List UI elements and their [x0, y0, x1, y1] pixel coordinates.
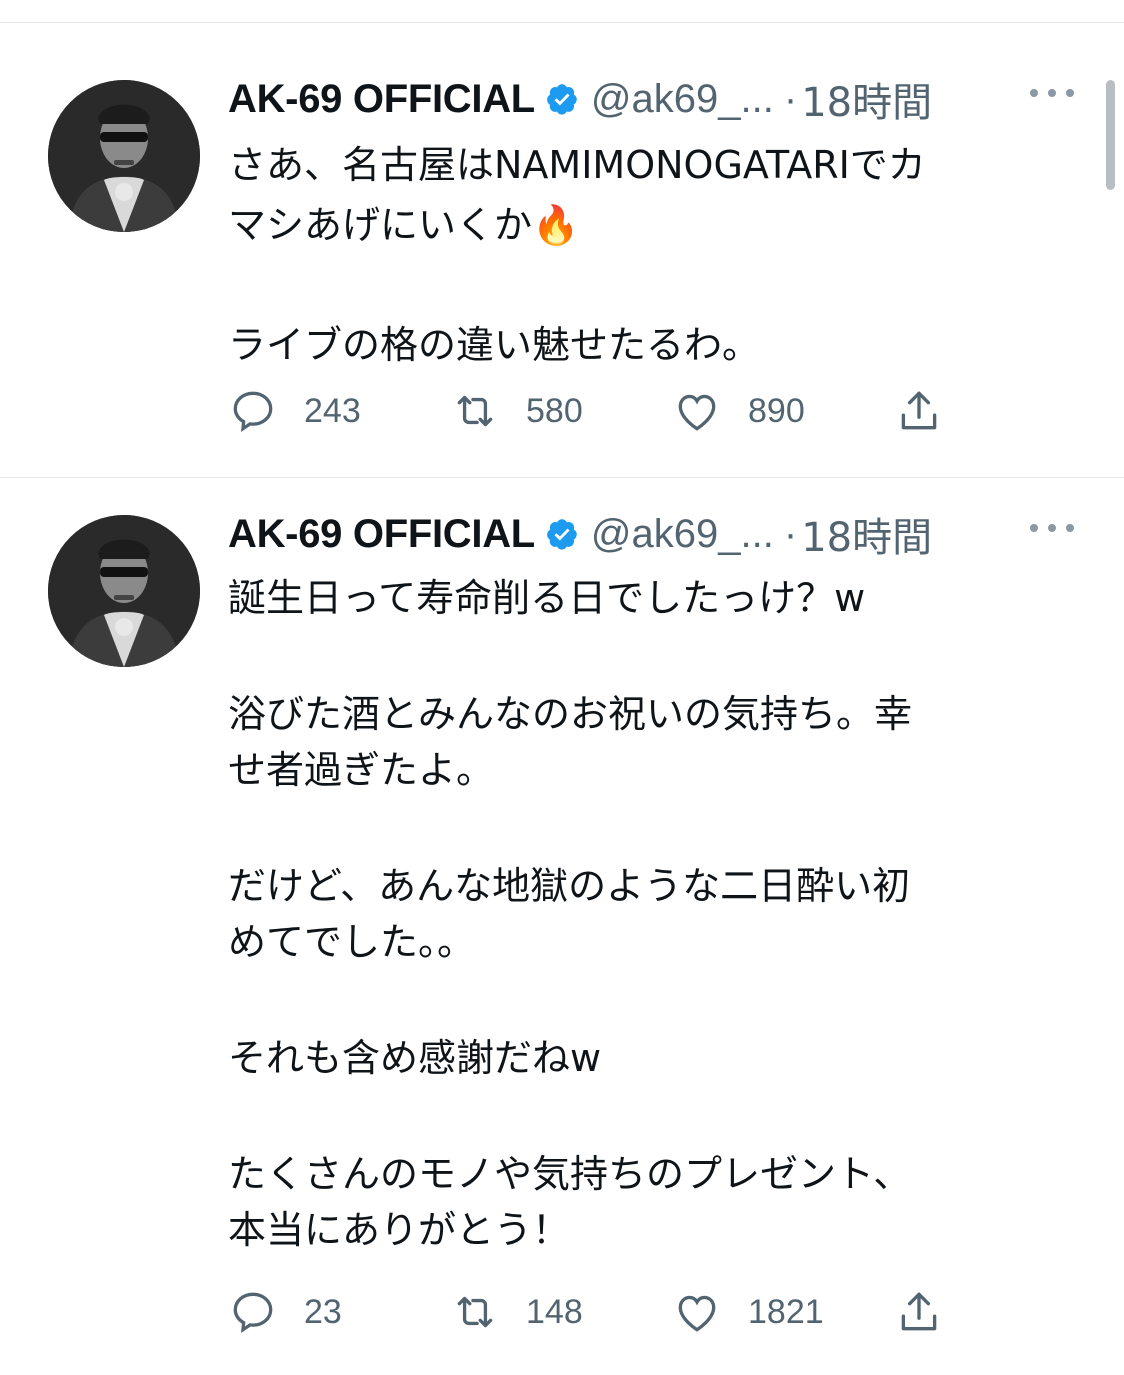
retweet-button[interactable]: 148 — [450, 1287, 672, 1337]
tweet-text-line: たくさんのモノや気持ちのプレゼント、 — [228, 1152, 912, 1196]
heart-icon — [678, 394, 716, 431]
tweet-text-line: さあ、名古屋はNAMIMONOGATARIでカ — [228, 143, 926, 187]
tweet-timestamp[interactable]: 18時間 — [801, 70, 932, 128]
reply-icon — [233, 391, 273, 433]
author-name[interactable]: AK-69 OFFICIAL — [228, 512, 535, 557]
retweet-icon — [457, 1296, 493, 1328]
share-button[interactable] — [894, 386, 1116, 436]
reply-button[interactable]: 243 — [228, 386, 450, 436]
share-icon — [901, 391, 937, 430]
author-handle[interactable]: @ak69_... — [591, 512, 774, 557]
retweet-count: 148 — [526, 1292, 583, 1331]
tweet-text-line: それも含め感謝だねw — [228, 1036, 602, 1080]
tweet-text-line: 誕生日って寿命削る日でしたっけ？w — [228, 576, 866, 620]
avatar-image — [48, 515, 200, 667]
like-count: 1821 — [748, 1292, 824, 1331]
more-options-icon[interactable] — [1030, 521, 1074, 535]
reply-button[interactable]: 23 — [228, 1287, 450, 1337]
tweet-body: さあ、名古屋はNAMIMONOGATARIでカ マシあげにいくか🔥 ライブの格の… — [228, 135, 1048, 375]
tweet-divider — [0, 477, 1124, 478]
tweet-text-line: 浴びた酒とみんなのお祝いの気持ち。幸 — [228, 692, 913, 736]
verified-badge-icon — [547, 84, 577, 115]
top-divider — [0, 22, 1124, 23]
share-button[interactable] — [894, 1287, 1116, 1337]
like-button[interactable]: 890 — [672, 386, 894, 436]
retweet-button[interactable]: 580 — [450, 386, 672, 436]
tweet-header: AK-69 OFFICIAL @ak69_... · 18時間 — [228, 74, 932, 127]
tweet-text-line: せ者過ぎたよ。 — [228, 748, 495, 792]
verified-badge-icon — [547, 519, 577, 550]
avatar[interactable] — [48, 515, 200, 667]
header-separator: · — [783, 76, 798, 121]
tweet[interactable]: AK-69 OFFICIAL @ak69_... · 18時間 誕生日って寿命削… — [0, 495, 1124, 1355]
reply-count: 23 — [304, 1292, 342, 1331]
tweet-timestamp[interactable]: 18時間 — [801, 505, 932, 563]
avatar[interactable] — [48, 80, 200, 232]
tweet-header: AK-69 OFFICIAL @ak69_... · 18時間 — [228, 509, 932, 562]
tweet-text-line: だけど、あんな地獄のような二日酔い初 — [228, 864, 911, 908]
tweet-text-line: 本当にありがとう！ — [228, 1208, 571, 1252]
retweet-count: 580 — [526, 391, 583, 430]
heart-icon — [678, 1295, 716, 1332]
avatar-image — [48, 80, 200, 232]
tweet[interactable]: AK-69 OFFICIAL @ak69_... · 18時間 さあ、名古屋はN… — [0, 60, 1124, 470]
tweet-text-line: ライブの格の違い魅せたるわ。 — [228, 323, 761, 367]
tweet-text-line: めてでした。。 — [228, 920, 476, 964]
author-name[interactable]: AK-69 OFFICIAL — [228, 77, 535, 122]
reply-count: 243 — [304, 391, 361, 430]
tweet-text-line: マシあげにいくか🔥 — [228, 203, 580, 247]
tweet-actions: 23 148 1821 — [228, 1287, 1116, 1337]
more-options-icon[interactable] — [1030, 86, 1074, 100]
like-button[interactable]: 1821 — [672, 1287, 894, 1337]
reply-icon — [233, 1292, 273, 1334]
like-count: 890 — [748, 391, 805, 430]
tweet-body: 誕生日って寿命削る日でしたっけ？w 浴びた酒とみんなのお祝いの気持ち。幸 せ者過… — [228, 570, 1048, 1258]
author-handle[interactable]: @ak69_... — [591, 77, 774, 122]
tweet-actions: 243 580 890 — [228, 386, 1116, 436]
share-icon — [901, 1292, 937, 1331]
retweet-icon — [457, 395, 493, 427]
header-separator: · — [783, 511, 798, 556]
